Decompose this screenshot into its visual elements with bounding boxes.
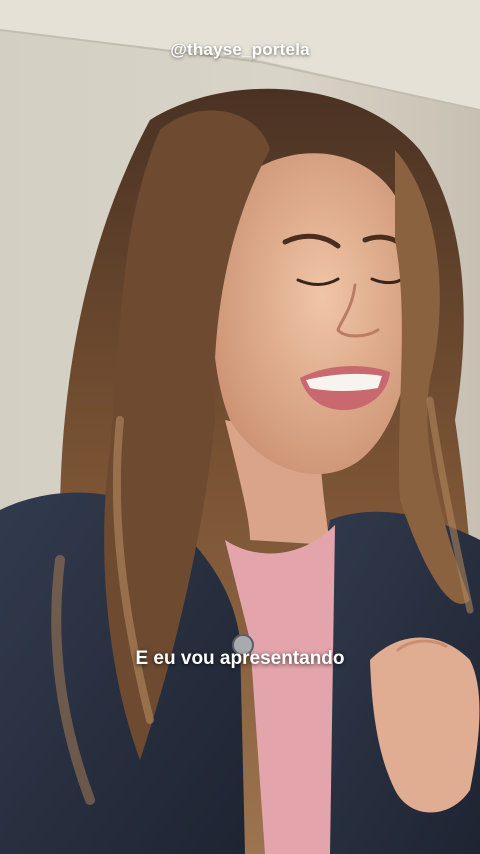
creator-handle: @thayse_portela — [170, 40, 310, 59]
subtitle-caption: E eu vou apresentando — [135, 648, 345, 669]
video-frame: @thayse_portela E eu vou apresentando — [0, 0, 480, 854]
video-still — [0, 0, 480, 854]
